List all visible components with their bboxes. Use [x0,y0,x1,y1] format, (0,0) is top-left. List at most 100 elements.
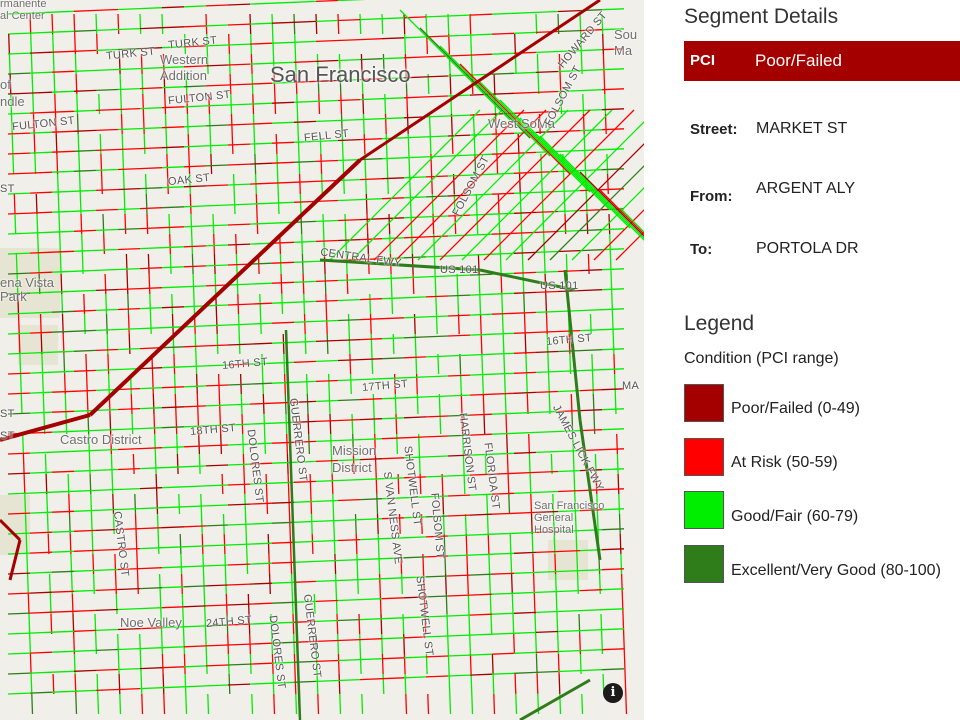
street-segment[interactable] [491,572,515,575]
street-segment[interactable] [333,533,336,555]
street-segment[interactable] [271,201,295,204]
street-segment[interactable] [249,182,273,185]
street-segment[interactable] [359,198,383,201]
street-segment[interactable] [227,483,251,486]
street-segment[interactable] [537,73,540,95]
street-segment[interactable] [459,373,462,395]
street-segment[interactable] [168,213,171,235]
street-segment[interactable] [139,7,163,10]
street-segment[interactable] [332,513,335,535]
street-segment[interactable] [155,473,158,495]
street-segment[interactable] [613,353,616,375]
street-segment[interactable] [427,693,430,715]
street-segment[interactable] [139,227,163,230]
street-segment[interactable] [17,313,20,335]
street-segment[interactable] [20,393,23,415]
street-segment[interactable] [249,62,273,65]
street-segment[interactable] [296,93,299,115]
street-segment[interactable] [403,276,427,279]
street-segment[interactable] [123,193,126,215]
street-segment[interactable] [249,562,273,565]
street-segment[interactable] [514,673,517,695]
street-segment[interactable] [29,691,53,694]
street-segment[interactable] [205,344,229,347]
street-segment[interactable] [294,33,297,55]
street-segment[interactable] [73,649,97,652]
street-segment[interactable] [183,605,207,608]
street-segment[interactable] [403,256,427,259]
street-segment[interactable] [536,673,539,695]
street-segment[interactable] [425,455,449,458]
street-segment[interactable] [469,653,493,656]
street-segment[interactable] [29,491,53,494]
street-segment[interactable] [30,53,33,75]
street-segment[interactable] [491,12,515,15]
street-segment[interactable] [557,629,581,633]
street-segment[interactable] [73,589,97,592]
street-segment[interactable] [535,310,559,314]
street-segment[interactable] [51,50,75,53]
street-segment[interactable] [271,561,295,564]
street-segment[interactable] [227,643,251,646]
street-segment[interactable] [227,303,251,306]
street-segment[interactable] [205,604,229,607]
street-segment[interactable] [558,673,561,695]
street-segment[interactable] [292,613,295,635]
street-segment[interactable] [7,512,31,515]
street-segment[interactable] [280,273,283,295]
street-segment[interactable] [601,148,625,151]
street-segment[interactable] [139,387,163,390]
street-segment[interactable] [293,240,317,243]
street-segment[interactable] [513,11,537,14]
street-segment[interactable] [117,607,141,611]
street-segment[interactable] [169,253,172,275]
street-segment[interactable] [218,393,221,415]
street-segment[interactable] [132,453,135,475]
street-segment[interactable] [227,503,251,506]
street-segment[interactable] [29,571,53,574]
street-segment[interactable] [469,373,493,376]
street-segment[interactable] [183,633,186,655]
street-segment[interactable] [315,359,339,363]
street-segment[interactable] [403,136,427,139]
street-segment[interactable] [513,191,537,194]
street-segment[interactable] [225,593,228,615]
street-segment[interactable] [337,538,361,542]
street-segment[interactable] [447,594,471,597]
street-segment[interactable] [271,121,295,124]
street-segment[interactable] [7,452,31,455]
street-segment[interactable] [530,493,533,515]
street-segment[interactable] [61,293,64,315]
street-segment[interactable] [378,573,381,595]
street-segment[interactable] [359,618,383,621]
street-segment[interactable] [344,213,347,235]
street-segment[interactable] [171,293,174,315]
street-segment[interactable] [29,71,53,74]
street-segment[interactable] [447,14,471,17]
street-segment[interactable] [379,593,382,615]
street-segment[interactable] [183,225,207,228]
street-segment[interactable] [503,353,506,375]
street-segment[interactable] [157,533,160,555]
street-segment[interactable] [579,669,603,672]
street-segment[interactable] [39,313,42,335]
street-segment[interactable] [601,528,625,531]
street-segment[interactable] [7,132,31,135]
street-segment[interactable] [403,316,427,319]
street-segment[interactable] [601,88,625,91]
street-segment[interactable] [139,27,163,30]
street-segment[interactable] [457,293,460,315]
street-segment[interactable] [117,87,141,91]
street-segment[interactable] [581,693,584,715]
street-segment[interactable] [100,173,103,195]
street-segment[interactable] [469,633,472,655]
street-segment[interactable] [579,309,603,312]
street-segment[interactable] [227,103,251,106]
street-segment[interactable] [381,117,405,120]
street-segment[interactable] [13,193,16,215]
street-segment[interactable] [121,133,124,155]
street-segment[interactable] [325,293,328,315]
street-segment[interactable] [381,437,405,440]
street-segment[interactable] [601,468,625,471]
street-segment[interactable] [403,436,427,439]
